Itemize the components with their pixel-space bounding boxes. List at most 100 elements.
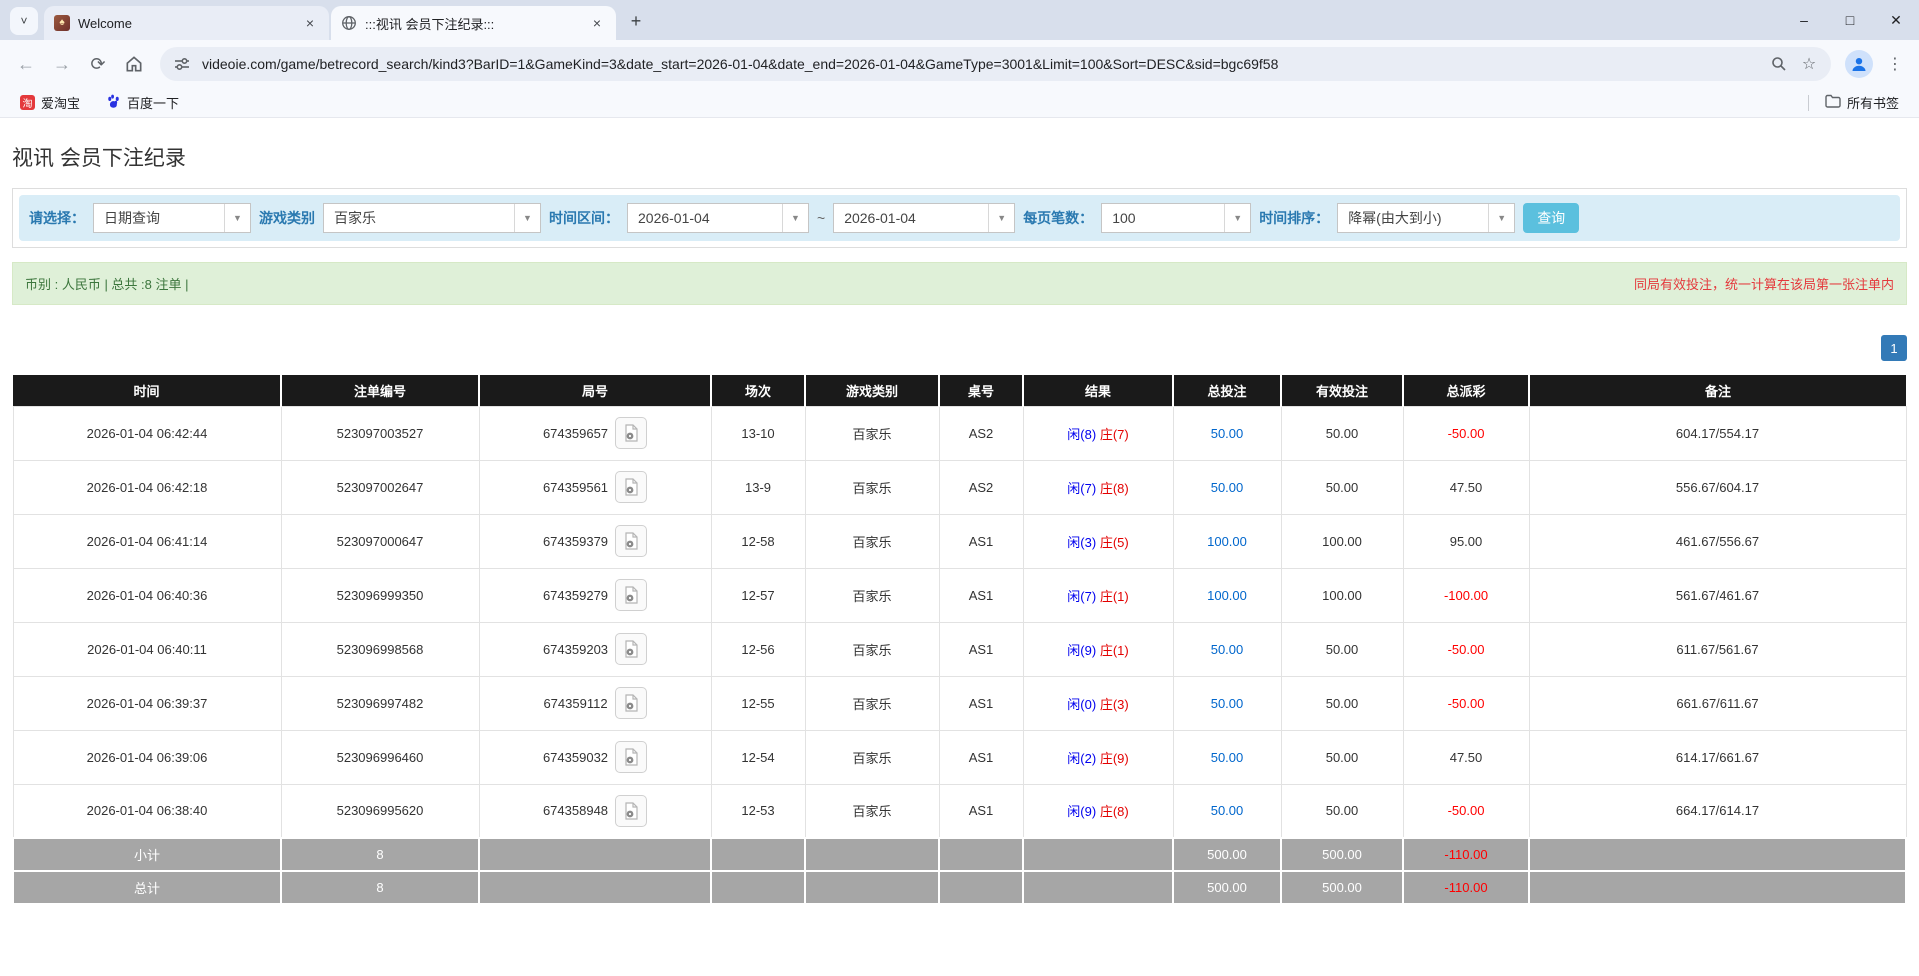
all-bookmarks-label: 所有书签 — [1847, 93, 1899, 112]
cell-time: 2026-01-04 06:42:18 — [13, 460, 281, 514]
chevron-down-icon[interactable]: ▼ — [1224, 204, 1250, 232]
cell-round-id: 674359561 — [479, 460, 711, 514]
cell-table-no: AS1 — [939, 622, 1023, 676]
bookmark-star-icon[interactable]: ☆ — [1799, 54, 1819, 74]
sort-dropdown[interactable]: 降幂(由大到小) ▼ — [1337, 203, 1515, 233]
profile-avatar[interactable] — [1845, 50, 1873, 78]
table-row: 2026-01-04 06:42:44523097003527674359657… — [13, 406, 1906, 460]
result-banker: 庄(5) — [1100, 535, 1129, 550]
chevron-down-icon[interactable]: ▼ — [514, 204, 540, 232]
cell-total-bet: 50.00 — [1173, 676, 1281, 730]
page-size-label: 每页笔数： — [1023, 208, 1093, 228]
forward-icon[interactable]: → — [46, 48, 78, 80]
cell-session: 13-10 — [711, 406, 805, 460]
bookmark-item-2[interactable]: 百度一下 — [98, 91, 187, 114]
close-icon[interactable]: × — [301, 14, 319, 32]
cell-total-bet: 100.00 — [1173, 514, 1281, 568]
cell-result: 闲(7) 庄(8) — [1023, 460, 1173, 514]
cell-payout: -50.00 — [1403, 784, 1529, 838]
cell-valid-bet: 50.00 — [1281, 622, 1403, 676]
close-icon[interactable]: × — [588, 14, 606, 32]
zoom-icon[interactable] — [1769, 54, 1789, 74]
round-id-wrap: 674359203 — [480, 623, 711, 676]
game-kind-dropdown[interactable]: 百家乐 ▼ — [323, 203, 541, 233]
cell-remark: 614.17/661.67 — [1529, 730, 1906, 784]
footer-empty-cell — [711, 871, 805, 904]
close-window-button[interactable]: ✕ — [1873, 0, 1919, 40]
footer-empty-cell — [805, 871, 939, 904]
cards-logo-icon: ♠ — [54, 15, 70, 31]
reload-icon[interactable]: ⟳ — [82, 48, 114, 80]
page-size-dropdown[interactable]: 100 ▼ — [1101, 203, 1251, 233]
cell-game-kind: 百家乐 — [805, 406, 939, 460]
valid-bet-notice: 同局有效投注，统一计算在该局第一张注单内 — [1634, 274, 1894, 293]
cell-remark: 461.67/556.67 — [1529, 514, 1906, 568]
chevron-down-icon[interactable]: ▼ — [1488, 204, 1514, 232]
browser-menu-icon[interactable]: ⋮ — [1881, 50, 1909, 78]
video-replay-icon[interactable] — [615, 795, 647, 827]
date-end-picker[interactable]: 2026-01-04 ▼ — [833, 203, 1015, 233]
column-header: 桌号 — [939, 375, 1023, 406]
page-number-button[interactable]: 1 — [1881, 335, 1907, 361]
cell-table-no: AS1 — [939, 514, 1023, 568]
video-replay-icon[interactable] — [615, 525, 647, 557]
cell-round-id: 674359032 — [479, 730, 711, 784]
cell-session: 12-58 — [711, 514, 805, 568]
video-replay-icon[interactable] — [615, 579, 647, 611]
cell-valid-bet: 50.00 — [1281, 406, 1403, 460]
result-player: 闲(8) — [1067, 427, 1096, 442]
video-replay-icon[interactable] — [615, 633, 647, 665]
home-icon[interactable] — [118, 48, 150, 80]
footer-payout: -110.00 — [1403, 871, 1529, 904]
cell-total-bet: 100.00 — [1173, 568, 1281, 622]
cell-session: 13-9 — [711, 460, 805, 514]
tab-strip: ˅ ♠Welcome×:::视讯 会员下注纪录:::× + – □ ✕ — [0, 0, 1919, 40]
browser-tab-2[interactable]: :::视讯 会员下注纪录:::× — [331, 6, 616, 40]
chevron-down-icon[interactable]: ▼ — [782, 204, 808, 232]
result-player: 闲(3) — [1067, 535, 1096, 550]
site-settings-icon[interactable] — [172, 54, 192, 74]
bookmarks-bar: 淘爱淘宝百度一下 所有书签 — [0, 88, 1919, 118]
result-player: 闲(2) — [1067, 751, 1096, 766]
date-start-picker[interactable]: 2026-01-04 ▼ — [627, 203, 809, 233]
minimize-button[interactable]: – — [1781, 0, 1827, 40]
cell-remark: 611.67/561.67 — [1529, 622, 1906, 676]
back-icon[interactable]: ← — [10, 48, 42, 80]
cell-payout: -50.00 — [1403, 406, 1529, 460]
chevron-down-icon[interactable]: ▼ — [224, 204, 250, 232]
column-header: 注单编号 — [281, 375, 479, 406]
tab-search-button[interactable]: ˅ — [10, 7, 38, 35]
table-footer-row: 小计8500.00500.00-110.00 — [13, 838, 1906, 871]
search-button[interactable]: 查询 — [1523, 203, 1579, 233]
new-tab-button[interactable]: + — [622, 7, 650, 35]
result-player: 闲(9) — [1067, 804, 1096, 819]
cell-session: 12-53 — [711, 784, 805, 838]
maximize-button[interactable]: □ — [1827, 0, 1873, 40]
cell-remark: 661.67/611.67 — [1529, 676, 1906, 730]
currency-total-text: 币别 : 人民币 | 总共 :8 注单 | — [25, 274, 189, 293]
column-header: 场次 — [711, 375, 805, 406]
url-text[interactable]: videoie.com/game/betrecord_search/kind3?… — [202, 56, 1759, 72]
round-id-wrap: 674359112 — [480, 677, 711, 730]
address-bar[interactable]: videoie.com/game/betrecord_search/kind3?… — [160, 47, 1831, 81]
baidu-icon — [106, 94, 121, 112]
cell-payout: 47.50 — [1403, 730, 1529, 784]
query-type-dropdown[interactable]: 日期查询 ▼ — [93, 203, 251, 233]
bookmark-item-1[interactable]: 淘爱淘宝 — [12, 91, 88, 114]
cell-round-id: 674359279 — [479, 568, 711, 622]
video-replay-icon[interactable] — [615, 471, 647, 503]
all-bookmarks-button[interactable]: 所有书签 — [1817, 91, 1907, 114]
column-header: 时间 — [13, 375, 281, 406]
bookmark-label: 爱淘宝 — [41, 93, 80, 112]
table-row: 2026-01-04 06:39:06523096996460674359032… — [13, 730, 1906, 784]
footer-total-bet: 500.00 — [1173, 871, 1281, 904]
video-replay-icon[interactable] — [615, 417, 647, 449]
footer-label: 总计 — [13, 871, 281, 904]
browser-tab-1[interactable]: ♠Welcome× — [44, 6, 329, 40]
video-replay-icon[interactable] — [615, 687, 647, 719]
video-replay-icon[interactable] — [615, 741, 647, 773]
folder-icon — [1825, 94, 1841, 111]
chevron-down-icon[interactable]: ▼ — [988, 204, 1014, 232]
cell-valid-bet: 100.00 — [1281, 514, 1403, 568]
cell-time: 2026-01-04 06:38:40 — [13, 784, 281, 838]
